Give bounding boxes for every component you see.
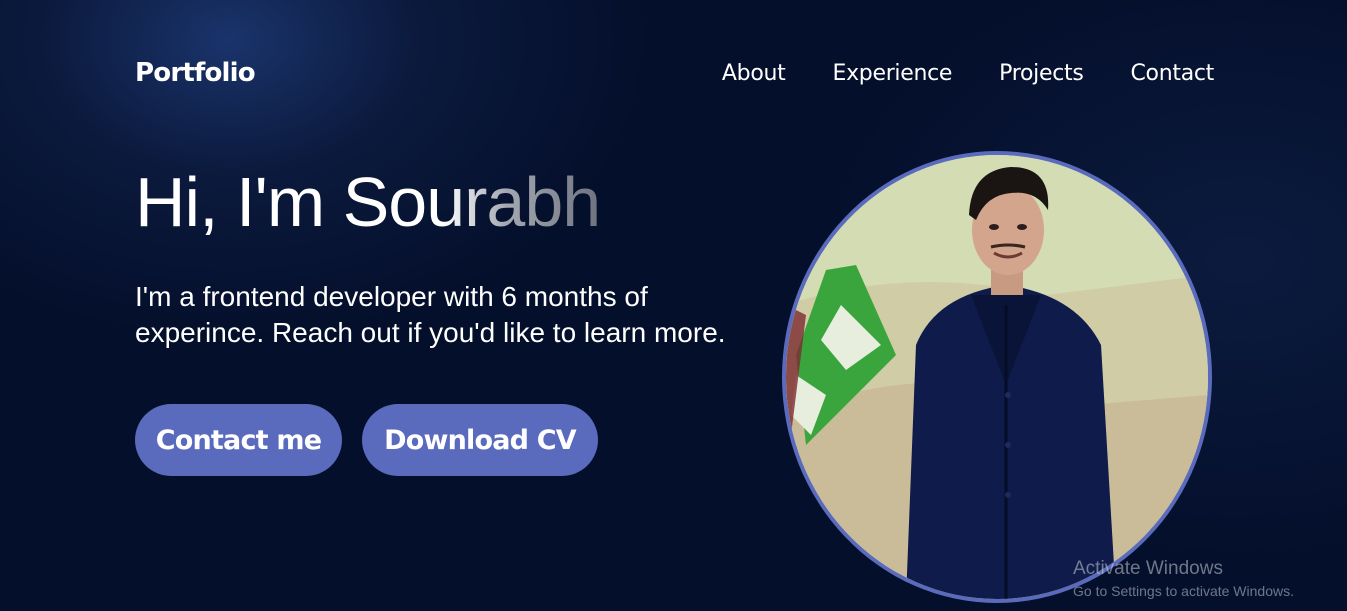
watermark-title: Activate Windows bbox=[1073, 558, 1223, 579]
site-logo[interactable]: Portfolio bbox=[135, 58, 256, 88]
nav-link-about[interactable]: About bbox=[722, 61, 786, 86]
download-cv-button[interactable]: Download CV bbox=[362, 404, 598, 476]
watermark-subtitle: Go to Settings to activate Windows. bbox=[1073, 583, 1294, 599]
nav-link-experience[interactable]: Experience bbox=[832, 61, 952, 86]
profile-photo-illustration bbox=[786, 155, 1208, 599]
nav-link-projects[interactable]: Projects bbox=[999, 61, 1084, 86]
windows-activation-watermark: Activate Windows Go to Settings to activ… bbox=[1073, 558, 1294, 602]
profile-photo bbox=[782, 151, 1212, 603]
contact-me-button[interactable]: Contact me bbox=[135, 404, 342, 476]
hero-subtitle: I'm a frontend developer with 6 months o… bbox=[135, 281, 726, 348]
hero-title: Hi, I'm Sourabh bbox=[135, 160, 601, 244]
navbar: Portfolio About Experience Projects Cont… bbox=[0, 0, 1347, 150]
nav-links: About Experience Projects Contact bbox=[722, 61, 1214, 86]
nav-link-contact[interactable]: Contact bbox=[1131, 61, 1215, 86]
